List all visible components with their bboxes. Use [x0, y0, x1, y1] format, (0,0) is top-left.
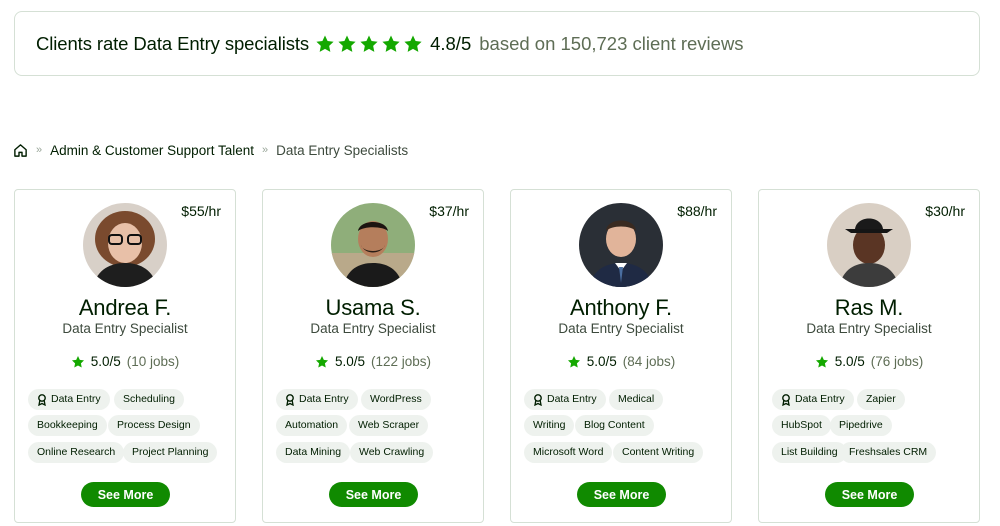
freelancer-name[interactable]: Andrea F.	[15, 295, 235, 321]
freelancer-rating: 5.0/5 (84 jobs)	[511, 354, 731, 369]
banner-score: 4.8/5	[430, 32, 472, 54]
freelancer-rating: 5.0/5 (76 jobs)	[759, 354, 979, 369]
freelancer-title: Data Entry Specialist	[806, 321, 932, 336]
skill-pill[interactable]: Zapier	[857, 389, 905, 410]
jobs-count: (122 jobs)	[370, 354, 432, 369]
skill-pill[interactable]: Pipedrive	[830, 415, 892, 436]
star-icon	[360, 35, 378, 52]
rating-score: 5.0/5	[90, 354, 121, 369]
avatar[interactable]	[827, 203, 911, 287]
jobs-count: (76 jobs)	[870, 354, 924, 369]
breadcrumb-separator: »	[36, 144, 43, 156]
skill-pill[interactable]: Data Entry	[276, 389, 358, 410]
freelancer-name[interactable]: Ras M.	[759, 295, 979, 321]
star-icon	[338, 35, 356, 52]
hourly-rate: $37/hr	[429, 203, 469, 219]
skill-pill[interactable]: Automation	[276, 415, 348, 436]
banner-review-count: based on 150,723 client reviews	[479, 32, 744, 54]
skill-pill[interactable]: Data Entry	[524, 389, 606, 410]
freelancer-card: $37/hr Usama S. Data Entry Specialist 5.…	[262, 189, 484, 523]
skill-pill[interactable]: Online Research	[28, 442, 125, 463]
avatar[interactable]	[579, 203, 663, 287]
jobs-count: (10 jobs)	[126, 354, 180, 369]
star-icon	[815, 355, 828, 367]
skill-pill[interactable]: Data Entry	[28, 389, 110, 410]
see-more-button[interactable]: See More	[329, 482, 418, 507]
breadcrumb-separator: »	[261, 144, 269, 156]
skill-pill[interactable]: Project Planning	[123, 442, 218, 463]
freelancer-name[interactable]: Usama S.	[263, 295, 483, 321]
see-more-button[interactable]: See More	[81, 482, 170, 507]
badge-icon	[285, 393, 295, 406]
banner-stars	[315, 34, 423, 54]
skill-pill[interactable]: Web Scraper	[349, 415, 429, 436]
star-icon	[316, 35, 334, 52]
badge-icon	[37, 393, 47, 406]
skill-pill[interactable]: Data Entry	[772, 389, 854, 410]
skill-pill[interactable]: Freshsales CRM	[840, 442, 937, 463]
skill-label: Data Entry	[51, 393, 101, 405]
skill-pill[interactable]: List Building	[772, 442, 847, 463]
skill-pill[interactable]: Process Design	[108, 415, 200, 436]
rating-score: 5.0/5	[586, 354, 617, 369]
freelancer-card: $30/hr Ras M. Data Entry Specialist 5.0/…	[758, 189, 980, 523]
star-icon	[404, 35, 422, 52]
see-more-button[interactable]: See More	[577, 482, 666, 507]
hourly-rate: $88/hr	[677, 203, 717, 219]
freelancer-title: Data Entry Specialist	[310, 321, 436, 336]
skill-pill[interactable]: Content Writing	[613, 442, 704, 463]
skill-pill[interactable]: Bookkeeping	[28, 415, 107, 436]
rating-score: 5.0/5	[334, 354, 365, 369]
breadcrumb: » Admin & Customer Support Talent » Data…	[13, 141, 408, 159]
skill-pill[interactable]: Blog Content	[575, 415, 654, 436]
breadcrumb-current: Data Entry Specialists	[276, 142, 409, 158]
see-more-button[interactable]: See More	[825, 482, 914, 507]
jobs-count: (84 jobs)	[622, 354, 676, 369]
skill-label: Data Entry	[795, 393, 845, 405]
star-icon	[382, 35, 400, 52]
badge-icon	[781, 393, 791, 406]
badge-icon	[533, 393, 543, 406]
freelancer-name[interactable]: Anthony F.	[511, 295, 731, 321]
hourly-rate: $55/hr	[181, 203, 221, 219]
avatar[interactable]	[331, 203, 415, 287]
skill-pill[interactable]: HubSpot	[772, 415, 831, 436]
freelancer-rating: 5.0/5 (10 jobs)	[15, 354, 235, 369]
star-icon	[71, 355, 84, 367]
skill-label: Data Entry	[299, 393, 349, 405]
skill-pill[interactable]: Microsoft Word	[524, 442, 613, 463]
banner-lead: Clients rate Data Entry specialists	[36, 32, 310, 54]
skill-pill[interactable]: Web Crawling	[350, 442, 434, 463]
skill-pill[interactable]: WordPress	[361, 389, 431, 410]
star-icon	[315, 355, 328, 367]
rating-banner: Clients rate Data Entry specialists 4.8/…	[14, 11, 980, 76]
home-icon[interactable]	[13, 143, 28, 158]
hourly-rate: $30/hr	[925, 203, 965, 219]
freelancer-card: $55/hr Andrea F. Data Entry Specialist 5…	[14, 189, 236, 523]
freelancer-card: $88/hr Anthony F. Data Entry Specialist …	[510, 189, 732, 523]
skill-pill[interactable]: Scheduling	[114, 389, 184, 410]
avatar[interactable]	[83, 203, 167, 287]
star-icon	[567, 355, 580, 367]
skill-pill[interactable]: Data Mining	[276, 442, 351, 463]
skill-label: Data Entry	[547, 393, 597, 405]
freelancer-rating: 5.0/5 (122 jobs)	[263, 354, 483, 369]
rating-score: 5.0/5	[834, 354, 865, 369]
skill-pill[interactable]: Medical	[609, 389, 664, 410]
freelancer-title: Data Entry Specialist	[558, 321, 684, 336]
freelancer-title: Data Entry Specialist	[62, 321, 188, 336]
breadcrumb-link-admin-support[interactable]: Admin & Customer Support Talent	[50, 143, 254, 158]
skill-pill[interactable]: Writing	[524, 415, 575, 436]
